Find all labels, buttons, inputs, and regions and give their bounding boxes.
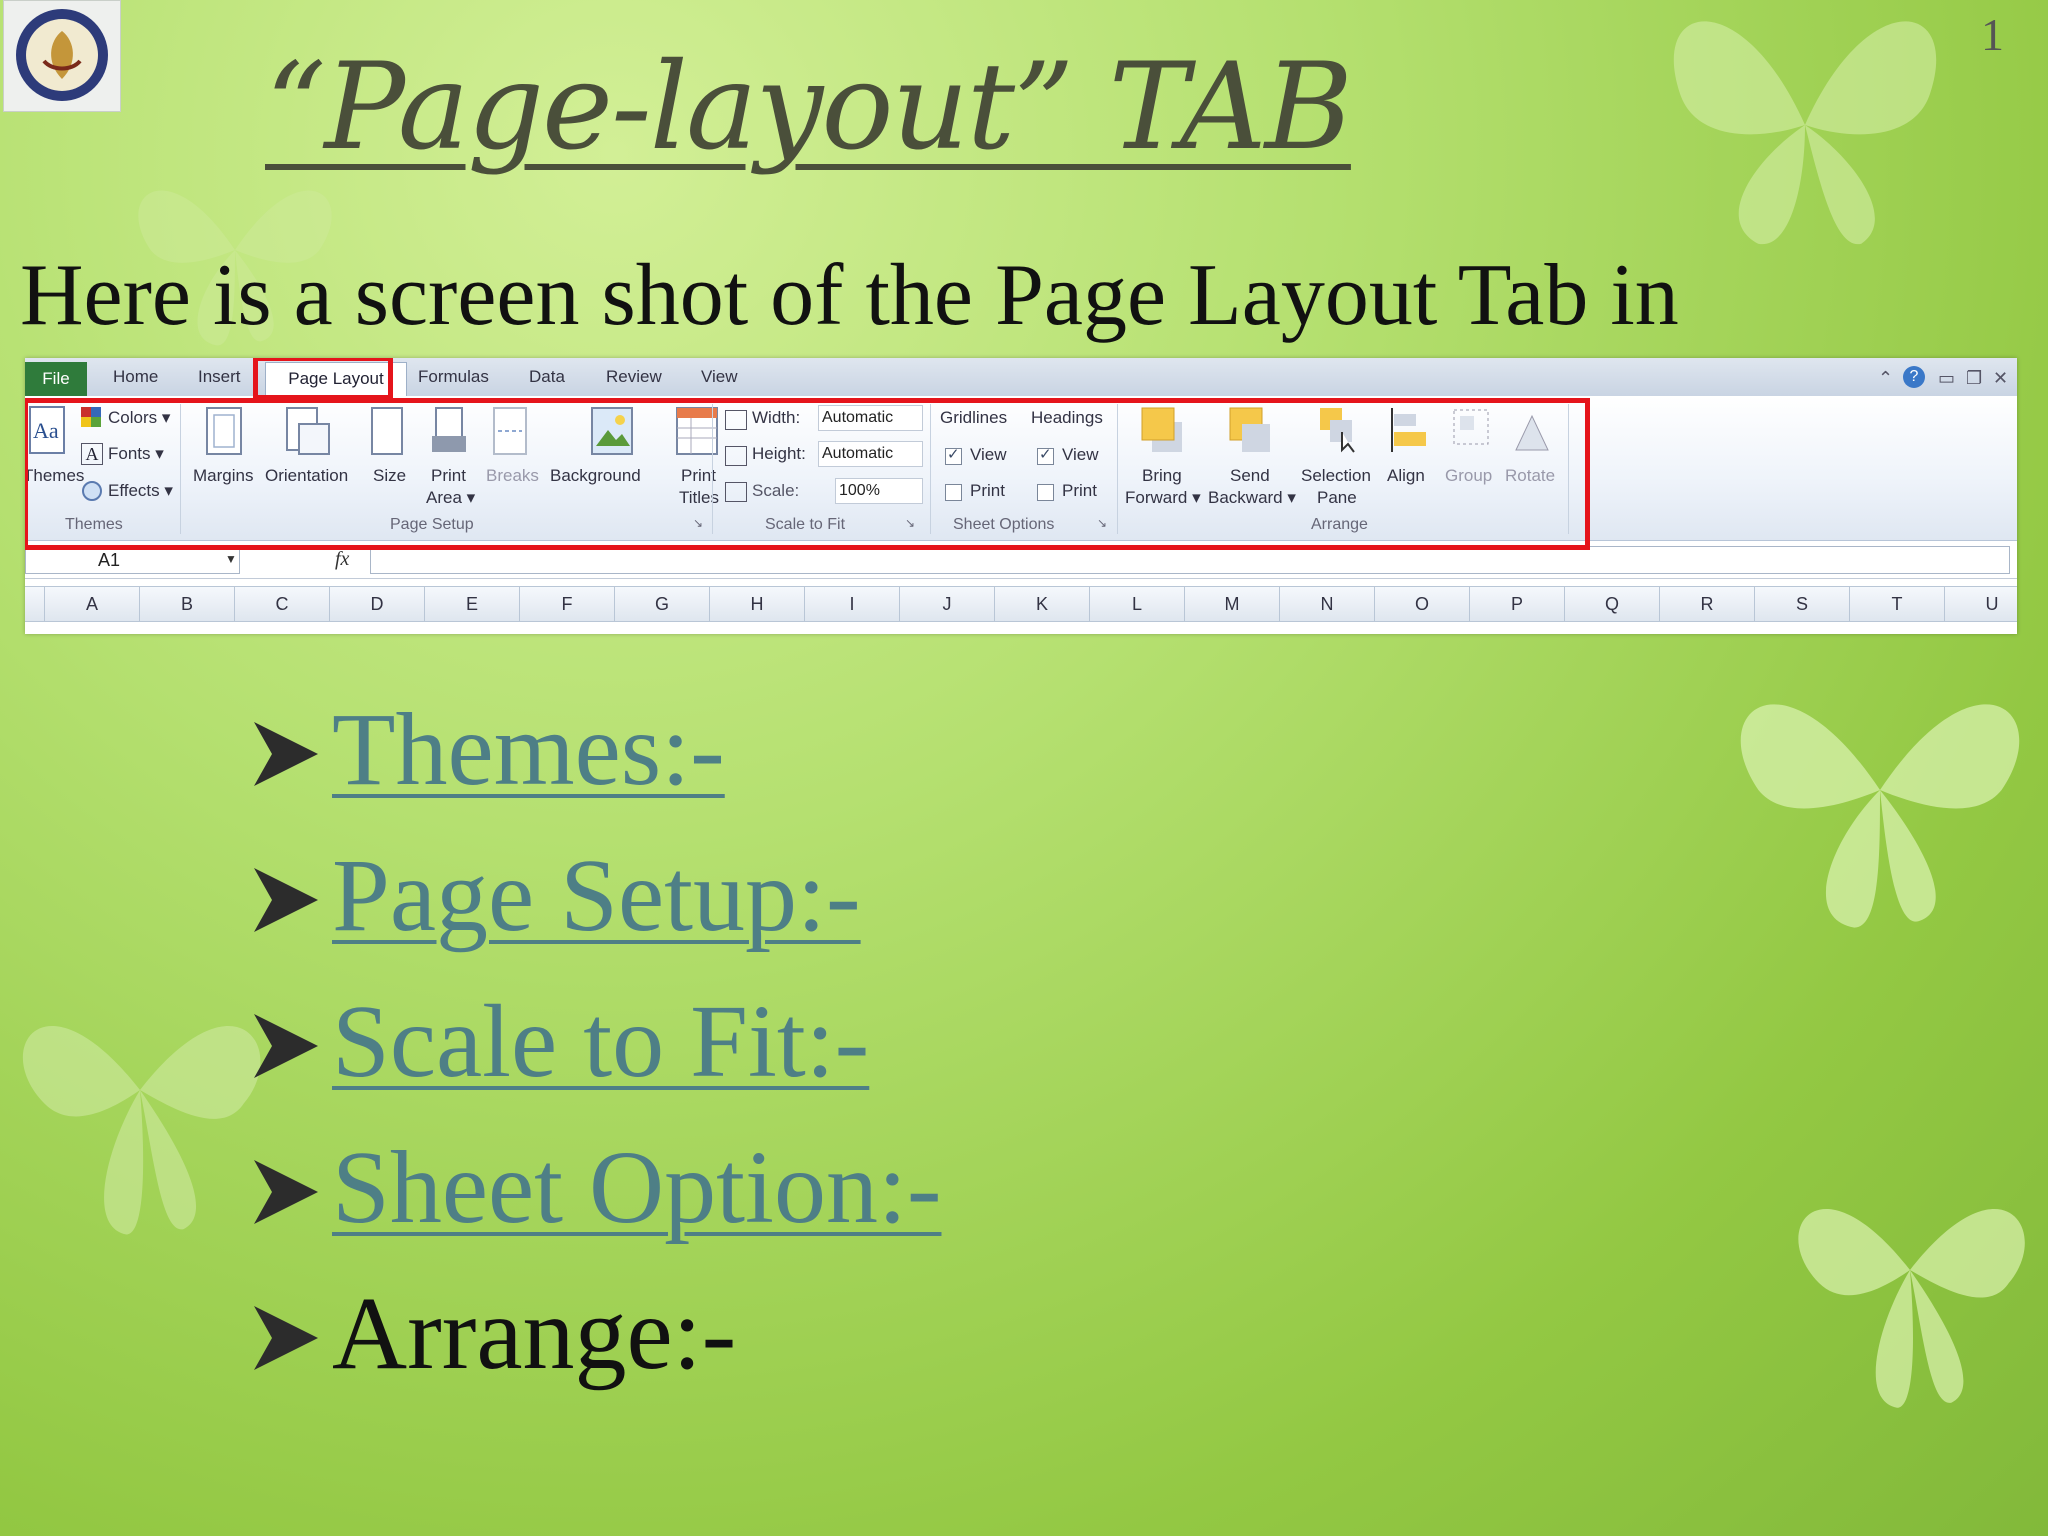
bullet-text: Arrange:- xyxy=(332,1276,737,1391)
bullet-arrow-icon xyxy=(254,1014,318,1078)
bullet-link[interactable]: Page Setup:- xyxy=(332,826,861,966)
butterfly-decoration-icon xyxy=(1798,1208,2025,1408)
excel-ribbon-screenshot: File Home Insert Page Layout Formulas Da… xyxy=(25,358,2017,634)
column-headers: ABCDEFGHIJKLMNOPQRSTU xyxy=(25,586,2017,622)
column-header[interactable]: U xyxy=(1945,587,2017,621)
name-box[interactable]: A1 xyxy=(25,546,240,574)
minimize-icon[interactable]: ▭ xyxy=(1938,368,1955,389)
column-header[interactable]: P xyxy=(1470,587,1565,621)
column-header[interactable]: B xyxy=(140,587,235,621)
slide-title: “Page-layout” TAB xyxy=(265,38,1353,177)
column-header[interactable]: O xyxy=(1375,587,1470,621)
butterfly-decoration-icon xyxy=(22,1025,261,1235)
column-header[interactable]: D xyxy=(330,587,425,621)
column-header[interactable]: I xyxy=(805,587,900,621)
intro-text: Here is a screen shot of the Page Layout… xyxy=(20,247,1679,344)
ribbon-highlight xyxy=(25,398,1590,550)
minimize-ribbon-icon[interactable]: ⌃ xyxy=(1878,368,1893,389)
bullet-link[interactable]: Scale to Fit:- xyxy=(332,972,869,1112)
formula-input[interactable] xyxy=(370,546,2010,574)
column-header[interactable]: Q xyxy=(1565,587,1660,621)
insert-function-icon[interactable]: fx xyxy=(335,548,349,571)
bullet-link[interactable]: Sheet Option:- xyxy=(332,1118,941,1258)
tab-home[interactable]: Home xyxy=(113,367,158,387)
tab-review[interactable]: Review xyxy=(606,367,662,387)
column-header[interactable]: N xyxy=(1280,587,1375,621)
logo xyxy=(3,0,121,112)
column-header[interactable]: L xyxy=(1090,587,1185,621)
column-header[interactable]: M xyxy=(1185,587,1280,621)
bullet-link[interactable]: Themes:- xyxy=(332,680,725,820)
column-header[interactable]: F xyxy=(520,587,615,621)
butterfly-decoration-icon xyxy=(1740,704,2020,928)
bullet-arrow-icon xyxy=(254,1306,318,1370)
column-header[interactable]: H xyxy=(710,587,805,621)
name-box-dropdown-icon[interactable]: ▼ xyxy=(225,552,237,566)
tab-formulas[interactable]: Formulas xyxy=(418,367,489,387)
close-icon[interactable]: ✕ xyxy=(1993,368,2008,389)
column-header[interactable]: A xyxy=(45,587,140,621)
institute-seal-icon xyxy=(16,9,108,101)
slide: 1 “Page-layout” TAB Here is a screen sho… xyxy=(0,0,2048,1536)
butterfly-decoration-icon xyxy=(1673,21,1937,245)
column-header[interactable]: G xyxy=(615,587,710,621)
column-header[interactable]: C xyxy=(235,587,330,621)
bullet-arrow-icon xyxy=(254,1160,318,1224)
help-icon[interactable]: ? xyxy=(1903,366,1925,388)
column-header[interactable]: K xyxy=(995,587,1090,621)
column-header[interactable]: E xyxy=(425,587,520,621)
column-header[interactable]: T xyxy=(1850,587,1945,621)
tab-view[interactable]: View xyxy=(701,367,738,387)
restore-icon[interactable]: ❐ xyxy=(1966,368,1982,389)
tab-insert[interactable]: Insert xyxy=(198,367,241,387)
tab-file[interactable]: File xyxy=(25,362,87,396)
bullet-arrow-icon xyxy=(254,722,318,786)
column-header[interactable]: J xyxy=(900,587,995,621)
select-all-corner[interactable] xyxy=(25,587,45,621)
page-layout-tab-highlight xyxy=(253,358,393,400)
column-header[interactable]: S xyxy=(1755,587,1850,621)
bullet-arrow-icon xyxy=(254,868,318,932)
column-header[interactable]: R xyxy=(1660,587,1755,621)
tab-data[interactable]: Data xyxy=(529,367,565,387)
page-number: 1 xyxy=(1981,9,2004,60)
